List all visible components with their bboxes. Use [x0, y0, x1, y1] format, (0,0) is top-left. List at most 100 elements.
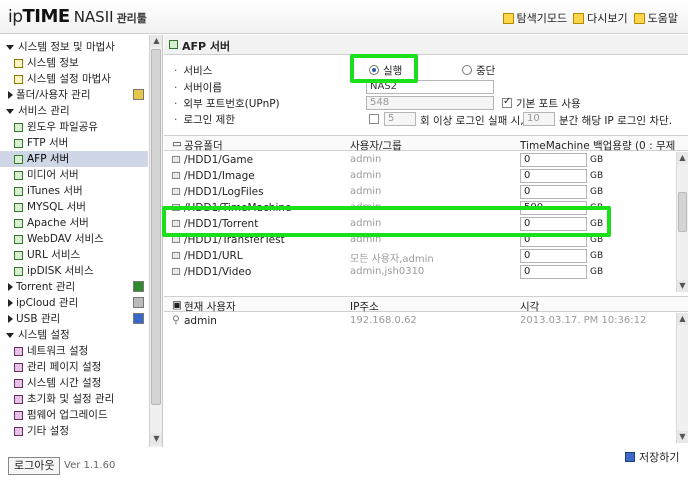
sys-item-icon: [14, 346, 23, 356]
info-item-icon: [14, 74, 23, 84]
sidebar-item-8[interactable]: 미디어 서버: [0, 167, 148, 183]
sidebar-item-label: ipCloud 관리: [16, 297, 79, 309]
user-scroll-up[interactable]: ▲: [677, 313, 688, 325]
user-scroll-down[interactable]: ▼: [677, 431, 688, 443]
share-table-header: ▭ 공유폴더 사용자/그룹 TimeMachine 백업용량 (0 : 무제한): [164, 135, 688, 167]
backup-size-input[interactable]: 0: [520, 153, 587, 167]
backup-size-input[interactable]: 500: [520, 201, 587, 215]
share-scroll-thumb[interactable]: [678, 192, 687, 232]
sidebar-item-21[interactable]: 시스템 시간 설정: [0, 375, 148, 391]
sidebar-item-1[interactable]: 시스템 정보: [0, 55, 148, 71]
sidebar-item-15[interactable]: Torrent 관리: [0, 279, 148, 295]
refresh-link[interactable]: 다시보기: [573, 10, 628, 26]
share-table-scrollbar[interactable]: ▲ ▼: [676, 152, 688, 292]
sidebar-item-13[interactable]: URL 서비스: [0, 247, 148, 263]
backup-size-input[interactable]: 0: [520, 233, 587, 247]
backup-size-input[interactable]: 0: [520, 249, 587, 263]
panel-title-bar: AFP 서버: [164, 35, 688, 55]
collapsed-arrow-icon: [8, 283, 13, 291]
sidebar-item-22[interactable]: 초기화 및 설정 관리: [0, 391, 148, 407]
server-name-input[interactable]: NAS2: [366, 80, 494, 94]
sidebar-item-label: 기타 설정: [27, 425, 69, 437]
user-col-user: 현재 사용자: [184, 301, 236, 313]
sidebar-item-label: USB 관리: [16, 313, 61, 325]
sidebar-item-23[interactable]: 펌웨어 업그레이드: [0, 407, 148, 423]
svc-item-icon: [14, 266, 23, 276]
service-stop-radio[interactable]: [462, 65, 472, 75]
sidebar-item-label: 시스템 설정 마법사: [27, 73, 111, 85]
sidebar-item-12[interactable]: WebDAV 서비스: [0, 231, 148, 247]
sidebar-item-6[interactable]: FTP 서버: [0, 135, 148, 151]
sidebar-item-4[interactable]: 서비스 관리: [0, 103, 148, 119]
user-col-time: 시각: [520, 301, 540, 313]
sidebar-item-14[interactable]: ipDISK 서비스: [0, 263, 148, 279]
service-run-radio[interactable]: [369, 65, 379, 75]
scroll-down-button[interactable]: ▼: [150, 433, 162, 445]
backup-size-input[interactable]: 0: [520, 169, 587, 183]
folder-icon: [172, 156, 180, 163]
header-bar: ip TIME NASII 관리툴 탐색기모드 다시보기 도움말: [0, 0, 688, 34]
login-text-2: 분간 해당 IP 로그인 차단.: [559, 115, 673, 127]
sidebar-item-11[interactable]: Apache 서버: [0, 215, 148, 231]
scroll-up-button[interactable]: ▲: [150, 35, 162, 47]
share-col-folder: 공유폴더: [184, 140, 223, 152]
sidebar-item-label: AFP 서버: [27, 153, 70, 165]
sidebar-item-label: Apache 서버: [27, 217, 89, 229]
logout-button[interactable]: 로그아웃: [8, 457, 61, 475]
share-scroll-down[interactable]: ▼: [677, 280, 688, 292]
share-scroll-up[interactable]: ▲: [677, 152, 688, 164]
share-owner: admin: [350, 154, 382, 165]
port-label: 외부 포트번호(UPnP): [174, 96, 279, 111]
port-input[interactable]: 548: [366, 96, 494, 110]
help-label: 도움말: [647, 12, 678, 25]
user-row: ⚲ admin 192.168.0.62 2013.03.17. PM 10:3…: [164, 313, 676, 329]
share-folder-name: /HDD1/Video: [184, 266, 252, 278]
collapsed-arrow-icon: [8, 91, 13, 99]
sidebar-item-0[interactable]: 시스템 정보 및 마법사: [0, 39, 148, 55]
sidebar-item-17[interactable]: USB 관리: [0, 311, 148, 327]
blue-badge-icon: [133, 313, 144, 324]
help-link[interactable]: 도움말: [633, 10, 678, 26]
scroll-thumb[interactable]: [151, 49, 161, 405]
share-table-row: /HDD1/Torrent admin 0 GB: [164, 216, 676, 232]
save-button[interactable]: 저장하기: [625, 449, 679, 465]
sidebar-item-10[interactable]: MYSQL 서버: [0, 199, 148, 215]
version-label: Ver 1.1.60: [64, 460, 116, 471]
sidebar-item-20[interactable]: 관리 페이지 설정: [0, 359, 148, 375]
sidebar-item-2[interactable]: 시스템 설정 마법사: [0, 71, 148, 87]
sidebar-item-5[interactable]: 윈도우 파일공유: [0, 119, 148, 135]
default-port-checkbox[interactable]: [502, 96, 512, 108]
share-folder-name: /HDD1/TransferTest: [184, 234, 285, 246]
service-run-label: 실행: [383, 65, 403, 77]
backup-size-input[interactable]: 0: [520, 265, 587, 279]
sidebar-item-9[interactable]: iTunes 서버: [0, 183, 148, 199]
sidebar-item-label: URL 서비스: [27, 249, 81, 261]
user-table-scrollbar[interactable]: ▲ ▼: [676, 313, 688, 443]
sidebar-item-19[interactable]: 네트워크 설정: [0, 343, 148, 359]
backup-size-input[interactable]: 0: [520, 185, 587, 199]
folder-icon: [172, 236, 180, 243]
login-text-1: 회 이상 로그인 실패 시,: [420, 115, 524, 127]
afp-icon: [169, 40, 178, 49]
login-minutes-input[interactable]: 10: [523, 112, 555, 126]
login-count-input[interactable]: 5: [384, 112, 416, 126]
expanded-arrow-icon: [6, 108, 14, 114]
collapsed-arrow-icon: [8, 315, 13, 323]
share-table-row: /HDD1/TransferTest admin 0 GB: [164, 232, 676, 248]
sys-item-icon: [14, 394, 23, 404]
sidebar-item-18[interactable]: 시스템 설정: [0, 327, 148, 343]
sidebar-scrollbar[interactable]: ▲ ▼: [149, 35, 162, 447]
explorer-mode-link[interactable]: 탐색기모드: [502, 10, 567, 26]
size-unit: GB: [590, 155, 604, 165]
user-ip: 192.168.0.62: [350, 315, 417, 326]
sidebar-item-3[interactable]: 폴더/사용자 관리: [0, 87, 148, 103]
login-limit-checkbox[interactable]: [369, 114, 379, 124]
svc-item-icon: [14, 138, 23, 148]
backup-size-input[interactable]: 0: [520, 217, 587, 231]
share-owner: admin: [350, 202, 382, 213]
size-unit: GB: [590, 251, 604, 261]
sidebar-item-7[interactable]: AFP 서버: [0, 151, 148, 167]
sidebar-item-16[interactable]: ipCloud 관리: [0, 295, 148, 311]
sidebar-item-24[interactable]: 기타 설정: [0, 423, 148, 439]
sidebar-item-label: 폴더/사용자 관리: [16, 89, 91, 101]
